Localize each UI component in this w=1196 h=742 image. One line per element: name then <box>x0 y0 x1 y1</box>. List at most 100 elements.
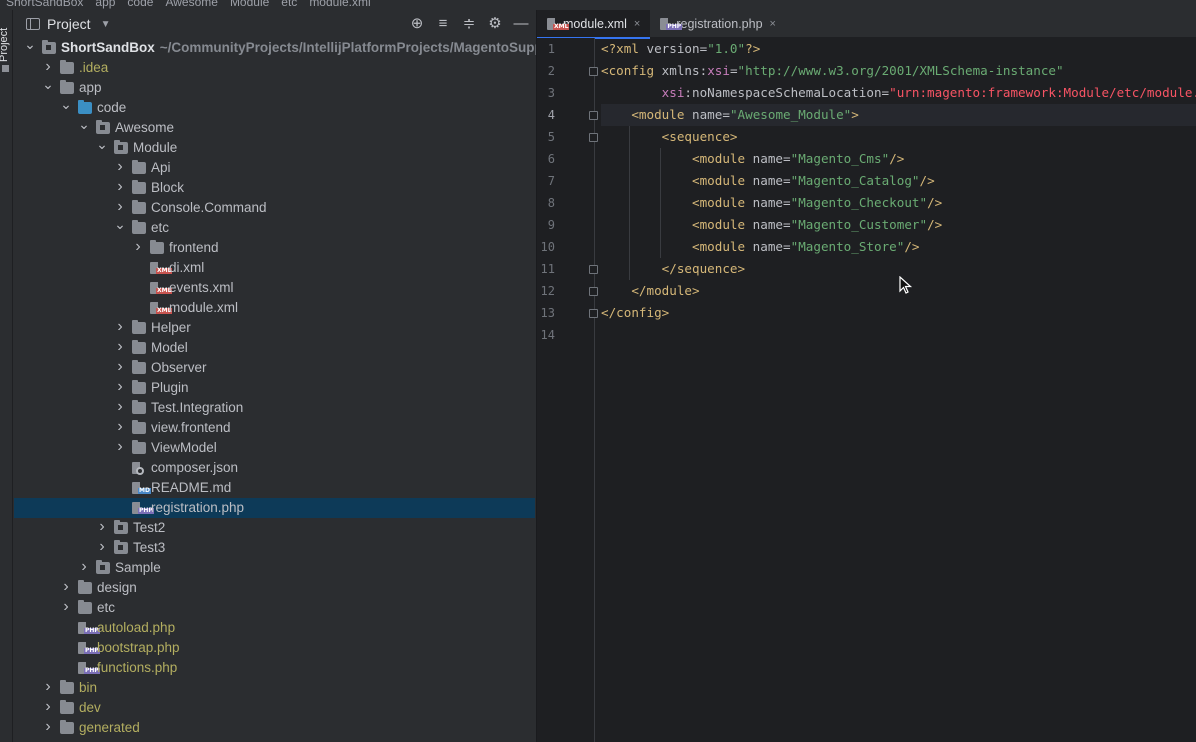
code-line[interactable]: </config> <box>601 302 669 324</box>
chevron-down-icon[interactable]: ⌄ <box>96 134 108 154</box>
chevron-down-icon[interactable]: ▼ <box>101 19 111 30</box>
tree-item[interactable]: › ViewModel <box>14 438 535 458</box>
chevron-right-icon[interactable]: › <box>42 677 54 697</box>
breadcrumb-item[interactable]: module.xml <box>303 0 376 9</box>
chevron-right-icon[interactable]: › <box>42 717 54 737</box>
tree-item[interactable]: › Plugin <box>14 378 535 398</box>
chevron-right-icon[interactable]: › <box>60 577 72 597</box>
tree-item[interactable]: › Block <box>14 178 535 198</box>
fold-marker-icon[interactable] <box>589 309 598 318</box>
tree-item[interactable]: PHP registration.php <box>14 498 535 518</box>
tree-item[interactable]: › generated <box>14 718 535 738</box>
tree-item[interactable]: ⌄ Awesome <box>14 116 535 138</box>
tree-item[interactable]: › .idea <box>14 58 535 78</box>
tree-item[interactable]: XML di.xml <box>14 258 535 278</box>
breadcrumb-item[interactable]: Module <box>224 0 275 9</box>
code-line[interactable]: </module> <box>601 280 699 302</box>
tree-item[interactable]: PHP bootstrap.php <box>14 638 535 658</box>
tree-item[interactable]: XML module.xml <box>14 298 535 318</box>
close-icon[interactable]: × <box>634 18 640 30</box>
tree-item[interactable]: › dev <box>14 698 535 718</box>
gear-icon[interactable]: ⚙ <box>487 15 503 33</box>
tree-item[interactable]: › Sample <box>14 558 535 578</box>
locate-icon[interactable]: ⊕ <box>409 15 425 33</box>
chevron-right-icon[interactable]: › <box>78 557 90 577</box>
tree-item[interactable]: PHP autoload.php <box>14 618 535 638</box>
fold-marker-icon[interactable] <box>589 67 598 76</box>
chevron-right-icon[interactable]: › <box>114 177 126 197</box>
tree-item[interactable]: › Helper <box>14 318 535 338</box>
tree-item[interactable]: PHP functions.php <box>14 658 535 678</box>
line-number: 4 <box>547 108 555 122</box>
chevron-right-icon[interactable]: › <box>114 317 126 337</box>
tree-item[interactable]: ⌄ Module <box>14 136 535 158</box>
chevron-right-icon[interactable]: › <box>114 417 126 437</box>
breadcrumb-item[interactable]: ShortSandBox <box>0 0 89 9</box>
breadcrumb-item[interactable]: code <box>121 0 159 9</box>
tree-item[interactable]: › design <box>14 578 535 598</box>
tree-item[interactable]: › Test3 <box>14 538 535 558</box>
code-line[interactable]: <module name="Magento_Customer"/> <box>601 214 942 236</box>
tree-item[interactable]: › Model <box>14 338 535 358</box>
chevron-right-icon[interactable]: › <box>114 377 126 397</box>
tree-item[interactable]: › Test2 <box>14 518 535 538</box>
editor-tab[interactable]: PHP registration.php × <box>650 10 786 38</box>
code-line[interactable]: xsi:noNamespaceSchemaLocation="urn:magen… <box>601 82 1196 104</box>
chevron-right-icon[interactable]: › <box>96 517 108 537</box>
chevron-down-icon[interactable]: ⌄ <box>114 214 126 234</box>
tree-item[interactable]: › Console.Command <box>14 198 535 218</box>
chevron-down-icon[interactable]: ⌄ <box>42 74 54 94</box>
close-icon[interactable]: × <box>770 18 776 30</box>
tree-item[interactable]: ⌄ ShortSandBox ~/CommunityProjects/Intelli… <box>14 36 564 58</box>
tree-item[interactable]: composer.json <box>14 458 535 478</box>
chevron-right-icon[interactable]: › <box>114 397 126 417</box>
chevron-right-icon[interactable]: › <box>114 337 126 357</box>
tree-item[interactable]: ⌄ app <box>14 76 535 98</box>
code-line[interactable]: <module name="Magento_Checkout"/> <box>601 192 942 214</box>
code-area[interactable]: <?xml version="1.0"?> <config xmlns:xsi="… <box>601 38 1196 742</box>
breadcrumb-item[interactable]: etc <box>275 0 303 9</box>
chevron-right-icon[interactable]: › <box>114 157 126 177</box>
tree-item[interactable]: › Observer <box>14 358 535 378</box>
tree-item[interactable]: › bin <box>14 678 535 698</box>
code-line[interactable]: </sequence> <box>601 258 745 280</box>
collapse-all-icon[interactable]: ≑ <box>461 15 477 33</box>
tree-item[interactable]: › frontend <box>14 238 535 258</box>
chevron-down-icon[interactable]: ⌄ <box>60 94 72 114</box>
chevron-right-icon[interactable]: › <box>42 697 54 717</box>
code-line[interactable]: <module name="Awesome_Module"> <box>601 104 1196 126</box>
chevron-right-icon[interactable]: › <box>132 237 144 257</box>
chevron-right-icon[interactable]: › <box>60 597 72 617</box>
tree-item[interactable]: XML events.xml <box>14 278 535 298</box>
expand-all-icon[interactable]: ≡ <box>435 15 451 33</box>
tree-item[interactable]: › Test.Integration <box>14 398 535 418</box>
fold-marker-icon[interactable] <box>589 133 598 142</box>
code-line[interactable]: <config xmlns:xsi="http://www.w3.org/200… <box>601 60 1064 82</box>
fold-marker-icon[interactable] <box>589 287 598 296</box>
editor-tab[interactable]: XML module.xml × <box>537 10 651 39</box>
fold-marker-icon[interactable] <box>589 111 598 120</box>
code-line[interactable]: <module name="Magento_Store"/> <box>601 236 920 258</box>
code-line[interactable]: <module name="Magento_Cms"/> <box>601 148 904 170</box>
tree-item[interactable]: › view.frontend <box>14 418 535 438</box>
structure-tool-icon[interactable] <box>2 65 9 72</box>
chevron-right-icon[interactable]: › <box>114 437 126 457</box>
tree-item[interactable]: MD README.md <box>14 478 535 498</box>
project-panel-title[interactable]: Project <box>47 16 91 32</box>
tree-item[interactable]: › etc <box>14 598 535 618</box>
chevron-right-icon[interactable]: › <box>114 357 126 377</box>
breadcrumb-item[interactable]: app <box>89 0 121 9</box>
code-line[interactable]: <?xml version="1.0"?> <box>601 38 760 60</box>
chevron-down-icon[interactable]: ⌄ <box>24 34 36 54</box>
tree-item[interactable]: › Api <box>14 158 535 178</box>
fold-marker-icon[interactable] <box>589 265 598 274</box>
chevron-down-icon[interactable]: ⌄ <box>78 114 90 134</box>
minimize-icon[interactable]: — <box>513 15 529 33</box>
breadcrumb-item[interactable]: Awesome <box>159 0 223 9</box>
project-tool-tab[interactable]: Project <box>0 28 10 62</box>
tree-item[interactable]: ⌄ etc <box>14 216 535 238</box>
chevron-right-icon[interactable]: › <box>96 537 108 557</box>
tree-item[interactable]: ⌄ code <box>14 96 535 118</box>
code-line[interactable]: <sequence> <box>601 126 738 148</box>
code-line[interactable]: <module name="Magento_Catalog"/> <box>601 170 935 192</box>
